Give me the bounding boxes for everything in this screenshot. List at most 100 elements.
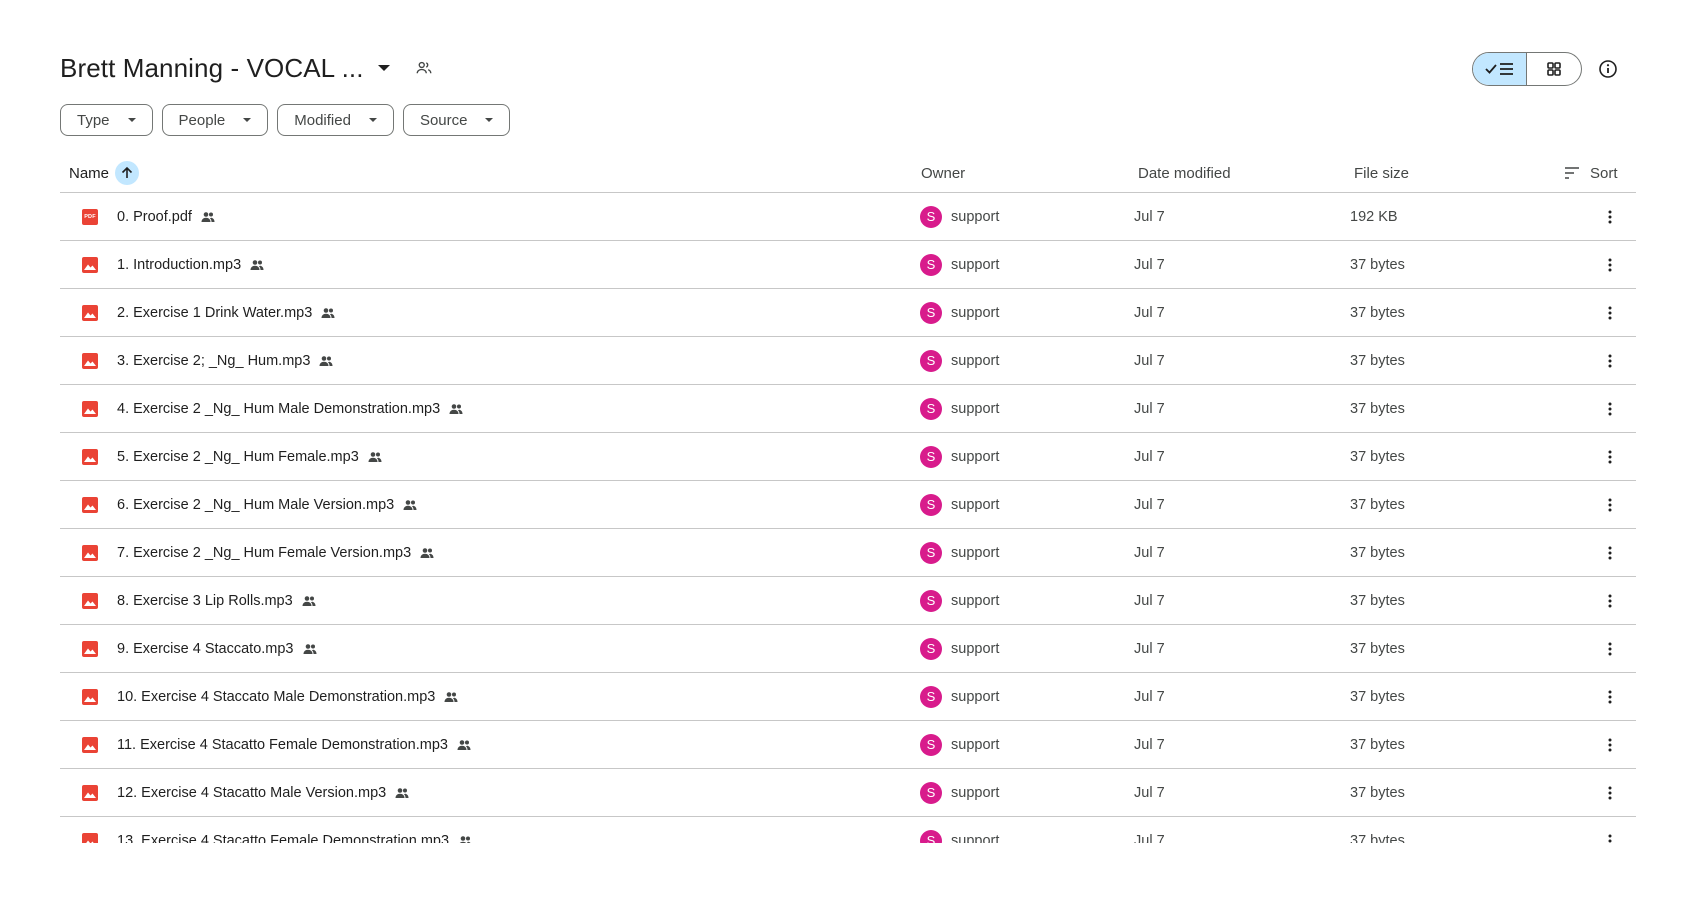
- file-name-cell[interactable]: 13. Exercise 4 Stacatto Female Demonstra…: [117, 817, 472, 843]
- drive-folder-view: Brett Manning - VOCAL ... Type People Mo…: [0, 0, 1696, 914]
- more-actions-button[interactable]: [1598, 481, 1622, 528]
- avatar[interactable]: S: [920, 829, 942, 843]
- more-actions-button[interactable]: [1598, 337, 1622, 384]
- avatar[interactable]: S: [920, 445, 942, 468]
- file-name-cell[interactable]: 7. Exercise 2 _Ng_ Hum Female Version.mp…: [117, 529, 434, 576]
- file-name-cell[interactable]: 11. Exercise 4 Stacatto Female Demonstra…: [117, 721, 471, 768]
- more-actions-button[interactable]: [1598, 769, 1622, 816]
- file-name-cell[interactable]: 5. Exercise 2 _Ng_ Hum Female.mp3: [117, 433, 382, 480]
- folder-title[interactable]: Brett Manning - VOCAL ...: [60, 53, 364, 84]
- file-name-cell[interactable]: 9. Exercise 4 Staccato.mp3: [117, 625, 317, 672]
- more-actions-button[interactable]: [1598, 193, 1622, 240]
- file-name-cell[interactable]: 10. Exercise 4 Staccato Male Demonstrati…: [117, 673, 458, 720]
- more-vert-icon: [1608, 306, 1612, 319]
- more-actions-button[interactable]: [1598, 289, 1622, 336]
- sort-direction-button[interactable]: [115, 161, 140, 185]
- filter-modified-chip[interactable]: Modified: [277, 104, 394, 136]
- file-size-cell: 37 bytes: [1350, 352, 1405, 369]
- table-row[interactable]: 3. Exercise 2; _Ng_ Hum.mp3 Ssupport Jul 7…: [60, 337, 1636, 385]
- file-name-cell[interactable]: 12. Exercise 4 Stacatto Male Version.mp3: [117, 769, 409, 816]
- file-name: 12. Exercise 4 Stacatto Male Version.mp3: [117, 784, 387, 801]
- table-row[interactable]: 11. Exercise 4 Stacatto Female Demonstra…: [60, 721, 1636, 769]
- more-vert-icon: [1608, 210, 1612, 223]
- more-actions-button[interactable]: [1598, 817, 1622, 843]
- info-icon: [1599, 60, 1617, 78]
- avatar[interactable]: S: [920, 349, 942, 372]
- image-file-icon: [82, 736, 98, 753]
- file-name-cell[interactable]: 4. Exercise 2 _Ng_ Hum Male Demonstratio…: [117, 385, 463, 432]
- avatar[interactable]: S: [920, 781, 942, 804]
- avatar[interactable]: S: [920, 493, 942, 516]
- caret-down-icon[interactable]: [377, 65, 390, 71]
- column-name-label: Name: [69, 164, 110, 182]
- column-owner-header[interactable]: Owner: [921, 154, 965, 192]
- owner-name: support: [951, 592, 1000, 609]
- list-view-button[interactable]: [1473, 53, 1528, 85]
- more-actions-button[interactable]: [1598, 385, 1622, 432]
- table-row[interactable]: 13. Exercise 4 Stacatto Female Demonstra…: [60, 817, 1636, 843]
- date-modified-cell: Jul 7: [1134, 688, 1165, 705]
- filter-source-chip[interactable]: Source: [402, 104, 511, 136]
- table-row[interactable]: 5. Exercise 2 _Ng_ Hum Female.mp3 Ssuppor…: [60, 433, 1636, 481]
- avatar[interactable]: S: [920, 397, 942, 420]
- avatar[interactable]: S: [920, 541, 942, 564]
- owner-cell: Ssupport: [920, 577, 999, 624]
- owner-cell: Ssupport: [920, 529, 999, 576]
- more-actions-button[interactable]: [1598, 529, 1622, 576]
- avatar[interactable]: S: [920, 589, 942, 612]
- table-row[interactable]: 8. Exercise 3 Lip Rolls.mp3 Ssupport Jul 7…: [60, 577, 1636, 625]
- owner-cell: Ssupport: [920, 241, 999, 288]
- avatar[interactable]: S: [920, 205, 942, 228]
- avatar[interactable]: S: [920, 733, 942, 756]
- owner-cell: Ssupport: [920, 433, 999, 480]
- table-row[interactable]: 10. Exercise 4 Staccato Male Demonstrati…: [60, 673, 1636, 721]
- file-size-cell: 37 bytes: [1350, 256, 1405, 273]
- more-actions-button[interactable]: [1598, 433, 1622, 480]
- owner-name: support: [951, 736, 1000, 753]
- file-name-cell[interactable]: 0. Proof.pdf: [117, 193, 215, 240]
- more-actions-button[interactable]: [1598, 625, 1622, 672]
- grid-view-button[interactable]: [1527, 53, 1581, 85]
- column-date-header[interactable]: Date modified: [1138, 154, 1231, 192]
- more-actions-button[interactable]: [1598, 577, 1622, 624]
- date-modified-cell: Jul 7: [1134, 640, 1165, 657]
- avatar[interactable]: S: [920, 637, 942, 660]
- table-row[interactable]: 2. Exercise 1 Drink Water.mp3 Ssupport Jul…: [60, 289, 1636, 337]
- table-row[interactable]: PDF 0. Proof.pdf Ssupport Jul 7 192 KB: [60, 193, 1636, 241]
- info-button[interactable]: [1596, 57, 1620, 81]
- caret-down-icon: [127, 118, 136, 122]
- table-row[interactable]: 1. Introduction.mp3 Ssupport Jul 7 37 bytes: [60, 241, 1636, 289]
- avatar[interactable]: S: [920, 253, 942, 276]
- filter-people-chip[interactable]: People: [161, 104, 269, 136]
- file-name-cell[interactable]: 2. Exercise 1 Drink Water.mp3: [117, 289, 335, 336]
- owner-name: support: [951, 400, 1000, 417]
- table-row[interactable]: 12. Exercise 4 Stacatto Male Version.mp3…: [60, 769, 1636, 817]
- date-modified-cell: Jul 7: [1134, 544, 1165, 561]
- shared-folder-icon[interactable]: [412, 56, 436, 80]
- file-name-cell[interactable]: 6. Exercise 2 _Ng_ Hum Male Version.mp3: [117, 481, 417, 528]
- pdf-file-icon: PDF: [82, 208, 98, 225]
- filter-type-chip[interactable]: Type: [60, 104, 153, 136]
- table-row[interactable]: 9. Exercise 4 Staccato.mp3 Ssupport Jul 7 3…: [60, 625, 1636, 673]
- file-type-cell: [82, 289, 98, 336]
- file-name-cell[interactable]: 1. Introduction.mp3: [117, 241, 264, 288]
- column-size-header[interactable]: File size: [1354, 154, 1409, 192]
- file-name: 2. Exercise 1 Drink Water.mp3: [117, 304, 313, 321]
- owner-cell: Ssupport: [920, 337, 999, 384]
- more-actions-button[interactable]: [1598, 721, 1622, 768]
- caret-down-icon: [243, 118, 252, 122]
- more-actions-button[interactable]: [1598, 673, 1622, 720]
- table-row[interactable]: 7. Exercise 2 _Ng_ Hum Female Version.mp…: [60, 529, 1636, 577]
- more-actions-button[interactable]: [1598, 241, 1622, 288]
- file-name-cell[interactable]: 3. Exercise 2; _Ng_ Hum.mp3: [117, 337, 333, 384]
- avatar[interactable]: S: [920, 301, 942, 324]
- column-name-header[interactable]: Name: [69, 154, 140, 192]
- image-file-icon: [82, 304, 98, 321]
- image-file-icon: [82, 688, 98, 705]
- table-row[interactable]: 4. Exercise 2 _Ng_ Hum Male Demonstratio…: [60, 385, 1636, 433]
- avatar[interactable]: S: [920, 685, 942, 708]
- file-name-cell[interactable]: 8. Exercise 3 Lip Rolls.mp3: [117, 577, 316, 624]
- table-row[interactable]: 6. Exercise 2 _Ng_ Hum Male Version.mp3 S…: [60, 481, 1636, 529]
- owner-cell: Ssupport: [920, 817, 999, 843]
- sort-button[interactable]: Sort: [1564, 154, 1618, 192]
